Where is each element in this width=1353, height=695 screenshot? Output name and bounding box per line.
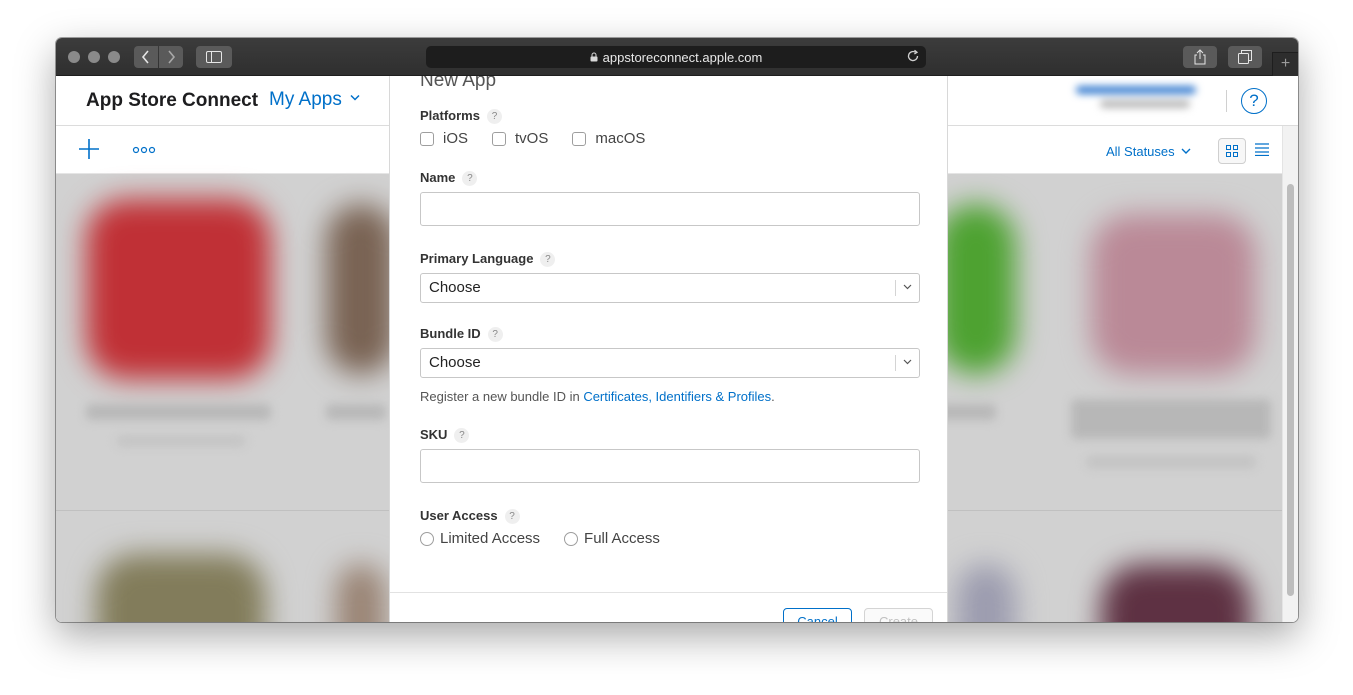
checkbox-box[interactable] bbox=[572, 131, 587, 146]
help-question-icon[interactable]: ? bbox=[540, 252, 556, 267]
bundle-id-value: Choose bbox=[429, 354, 481, 371]
platform-ios-checkbox[interactable]: iOS bbox=[420, 130, 468, 147]
platform-tvos-label: tvOS bbox=[515, 130, 549, 147]
more-icon[interactable] bbox=[132, 146, 156, 154]
helper-suffix: . bbox=[771, 389, 775, 404]
platform-ios-label: iOS bbox=[443, 130, 469, 147]
cancel-button[interactable]: Cancel bbox=[783, 608, 852, 622]
help-question-icon[interactable]: ? bbox=[486, 109, 502, 124]
my-apps-label: My Apps bbox=[269, 89, 342, 110]
header-divider bbox=[1226, 90, 1227, 112]
helper-prefix: Register a new bundle ID in bbox=[420, 389, 584, 404]
sku-label-text: SKU bbox=[420, 427, 448, 442]
primary-language-label: Primary Language? bbox=[420, 251, 556, 267]
chevron-right-icon bbox=[168, 50, 176, 64]
zoom-window-button[interactable] bbox=[108, 51, 120, 63]
select-separator bbox=[895, 355, 896, 371]
page: App Store Connect My Apps ? All Statuses bbox=[56, 76, 1298, 622]
new-tab-button[interactable]: + bbox=[1272, 52, 1298, 76]
platforms-options: iOS tvOS macOS bbox=[420, 130, 669, 147]
name-input[interactable] bbox=[420, 192, 920, 226]
dialog-title: New App bbox=[420, 76, 497, 91]
full-access-label: Full Access bbox=[584, 530, 660, 547]
create-button[interactable]: Create bbox=[864, 608, 933, 622]
bundle-id-helper-text: Register a new bundle ID in Certificates… bbox=[420, 389, 775, 404]
name-label: Name? bbox=[420, 170, 478, 186]
help-question-icon[interactable]: ? bbox=[487, 327, 503, 342]
tabs-icon bbox=[1238, 50, 1252, 64]
reload-icon[interactable] bbox=[906, 49, 920, 63]
tabs-overview-button[interactable] bbox=[1228, 46, 1262, 68]
chevron-down-icon bbox=[350, 94, 360, 101]
limited-access-label: Limited Access bbox=[440, 530, 541, 547]
help-icon[interactable]: ? bbox=[1241, 88, 1267, 114]
certificates-link[interactable]: Certificates, Identifiers & Profiles bbox=[583, 389, 771, 404]
help-question-icon[interactable]: ? bbox=[462, 171, 478, 186]
bundle-id-label-text: Bundle ID bbox=[420, 326, 481, 341]
help-question-icon[interactable]: ? bbox=[454, 428, 470, 443]
platforms-label-text: Platforms bbox=[420, 108, 480, 123]
bundle-id-select[interactable]: Choose bbox=[420, 348, 920, 378]
close-window-button[interactable] bbox=[68, 51, 80, 63]
plus-icon[interactable] bbox=[78, 138, 100, 160]
primary-language-select[interactable]: Choose bbox=[420, 273, 920, 303]
list-icon[interactable] bbox=[1255, 142, 1269, 156]
platform-macos-checkbox[interactable]: macOS bbox=[572, 130, 645, 147]
sku-input[interactable] bbox=[420, 449, 920, 483]
grid-view-button[interactable] bbox=[1218, 138, 1246, 164]
sidebar-icon bbox=[206, 51, 222, 63]
chevron-down-icon bbox=[1181, 148, 1191, 154]
chevron-down-icon bbox=[903, 359, 912, 365]
share-icon bbox=[1194, 49, 1206, 65]
page-scrollbar[interactable] bbox=[1287, 184, 1294, 596]
bundle-id-label: Bundle ID? bbox=[420, 326, 503, 342]
platforms-label: Platforms? bbox=[420, 108, 502, 124]
sidebar-toggle-button[interactable] bbox=[196, 46, 232, 68]
minimize-window-button[interactable] bbox=[88, 51, 100, 63]
primary-language-value: Choose bbox=[429, 279, 481, 296]
dialog-footer-divider bbox=[390, 592, 947, 593]
browser-titlebar: appstoreconnect.apple.com + bbox=[56, 38, 1298, 76]
lock-icon bbox=[590, 52, 598, 62]
help-question-icon[interactable]: ? bbox=[504, 509, 520, 524]
forward-button[interactable] bbox=[159, 46, 183, 68]
status-filter-label: All Statuses bbox=[1106, 144, 1175, 159]
radio-circle[interactable] bbox=[420, 531, 434, 546]
url-text: appstoreconnect.apple.com bbox=[602, 49, 763, 65]
checkbox-box[interactable] bbox=[420, 131, 434, 146]
brand-title: App Store Connect bbox=[86, 90, 259, 111]
chevron-down-icon bbox=[903, 284, 912, 290]
grid-icon bbox=[1226, 145, 1238, 157]
platform-tvos-checkbox[interactable]: tvOS bbox=[492, 130, 548, 147]
address-bar[interactable]: appstoreconnect.apple.com bbox=[426, 46, 926, 68]
chevron-left-icon bbox=[141, 50, 149, 64]
platform-macos-label: macOS bbox=[595, 130, 646, 147]
sku-label: SKU? bbox=[420, 427, 470, 443]
select-separator bbox=[895, 280, 896, 296]
name-label-text: Name bbox=[420, 170, 456, 185]
my-apps-menu[interactable]: My Apps bbox=[269, 89, 360, 111]
share-button[interactable] bbox=[1183, 46, 1217, 68]
user-access-label-text: User Access bbox=[420, 508, 498, 523]
full-access-radio[interactable]: Full Access bbox=[564, 530, 660, 547]
radio-circle[interactable] bbox=[564, 531, 579, 546]
primary-language-label-text: Primary Language bbox=[420, 251, 534, 266]
status-filter[interactable]: All Statuses bbox=[1106, 144, 1191, 159]
limited-access-radio[interactable]: Limited Access bbox=[420, 530, 540, 547]
back-button[interactable] bbox=[134, 46, 158, 68]
user-access-options: Limited Access Full Access bbox=[420, 530, 684, 547]
user-account-menu[interactable] bbox=[1076, 86, 1206, 116]
checkbox-box[interactable] bbox=[492, 131, 507, 146]
new-app-dialog: New App Platforms? iOS tvOS macOS Name ?… bbox=[389, 76, 948, 622]
browser-window: appstoreconnect.apple.com + App Store Co… bbox=[56, 38, 1298, 622]
user-access-label: User Access? bbox=[420, 508, 520, 524]
